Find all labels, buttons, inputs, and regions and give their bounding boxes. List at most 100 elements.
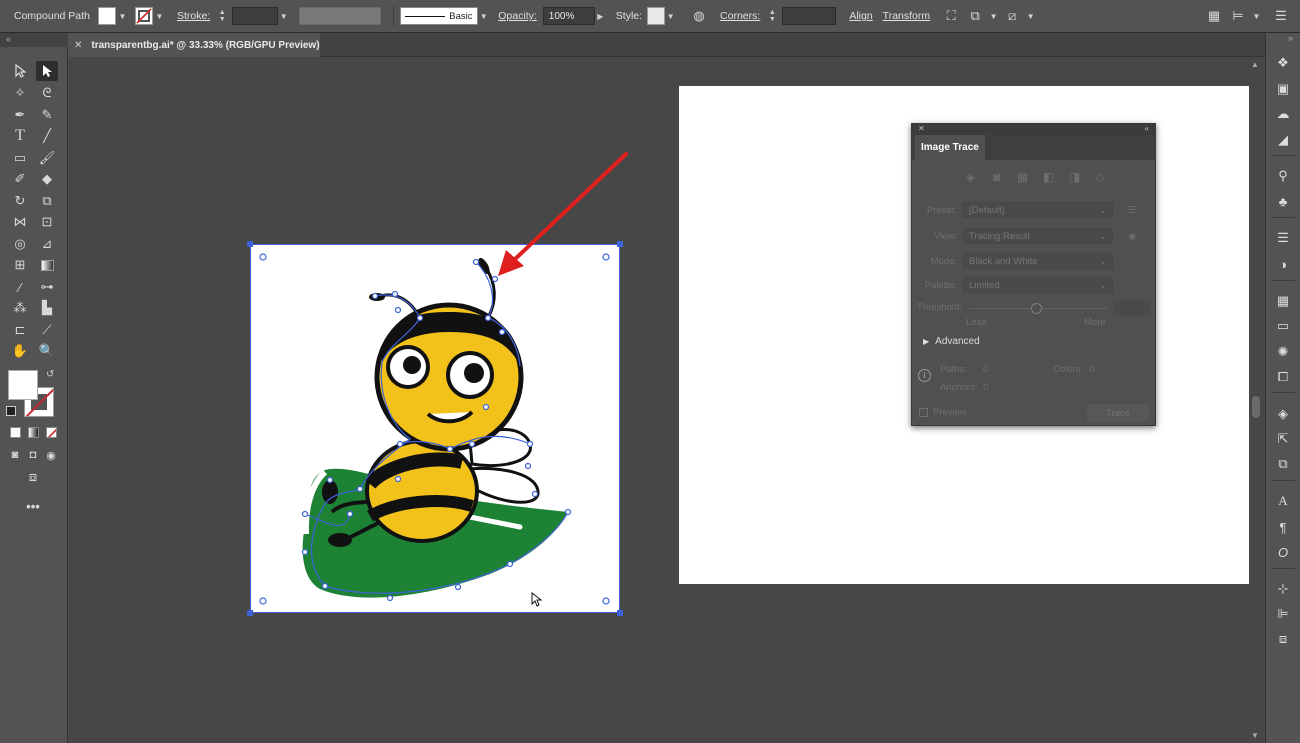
disclosure-triangle-icon[interactable]: ▶ xyxy=(923,337,929,346)
shape-builder-tool-icon[interactable]: ◎ xyxy=(9,234,31,254)
stroke-weight-stepper[interactable]: ▲ ▼ xyxy=(216,7,228,25)
hand-tool-icon[interactable]: ✋ xyxy=(9,341,31,361)
stroke-panel-icon[interactable]: ☰ xyxy=(1272,228,1294,248)
fill-swatch[interactable] xyxy=(98,7,116,25)
color-mode-icon[interactable] xyxy=(10,427,21,438)
rotate-tool-icon[interactable]: ↻ xyxy=(9,191,31,211)
warp-dropdown-icon[interactable]: ▼ xyxy=(1025,7,1036,25)
pen-tool-icon[interactable]: ✒ xyxy=(9,105,31,125)
workspace-switcher-icon[interactable]: ⊨ xyxy=(1227,6,1249,26)
align-link[interactable]: Align xyxy=(849,10,872,22)
mesh-tool-icon[interactable]: ⊞ xyxy=(9,255,31,275)
brush-dropdown-icon[interactable]: ▼ xyxy=(478,7,489,25)
rectangle-tool-icon[interactable]: ▭ xyxy=(9,148,31,168)
close-panel-icon[interactable]: ✕ xyxy=(918,124,925,135)
paintbrush-tool-icon[interactable]: 🖌 xyxy=(36,148,58,168)
blend-tool-icon[interactable]: ⊶ xyxy=(36,277,58,297)
eye-icon[interactable]: ◉ xyxy=(1128,231,1136,242)
align-panel-icon[interactable]: ⊫ xyxy=(1272,604,1294,624)
artboards-icon[interactable]: ⧉ xyxy=(1272,454,1294,474)
transform-link[interactable]: Transform xyxy=(883,10,930,22)
image-trace-icon[interactable]: ⧠ xyxy=(1272,367,1294,387)
bbox-handle[interactable] xyxy=(617,610,623,616)
fill-color-box[interactable] xyxy=(8,370,38,400)
scale-tool-icon[interactable]: ⧉ xyxy=(36,191,58,211)
fill-dropdown-icon[interactable]: ▼ xyxy=(117,7,128,25)
corners-label[interactable]: Corners: xyxy=(720,10,760,22)
stroke-label[interactable]: Stroke: xyxy=(177,10,210,22)
layers-icon[interactable]: ◈ xyxy=(1272,404,1294,424)
properties-icon[interactable]: ▣ xyxy=(1272,79,1294,99)
puppet-warp-icon[interactable]: ⧄ xyxy=(1001,6,1023,26)
appearance-icon[interactable]: ✺ xyxy=(1272,342,1294,362)
stroke-weight-input[interactable] xyxy=(232,7,279,25)
default-fill-stroke-icon[interactable] xyxy=(6,406,16,416)
width-tool-icon[interactable]: ⋈ xyxy=(9,212,31,232)
character-icon[interactable]: A xyxy=(1272,491,1294,511)
collapse-panel-icon[interactable]: « xyxy=(1145,124,1149,135)
graphic-style-dropdown-icon[interactable]: ▼ xyxy=(665,7,676,25)
paragraph-icon[interactable]: ¶ xyxy=(1272,517,1294,537)
opacity-input[interactable]: 100% xyxy=(542,7,595,25)
shaper-tool-icon[interactable]: ✐ xyxy=(9,169,31,189)
graphic-style-swatch[interactable] xyxy=(647,7,666,25)
curvature-tool-icon[interactable]: ✎ xyxy=(36,105,58,125)
eyedropper-tool-icon[interactable]: ⁄ xyxy=(9,277,31,297)
selection-tool-icon[interactable] xyxy=(9,61,31,81)
line-segment-tool-icon[interactable]: ╱ xyxy=(36,126,58,146)
slice-tool-icon[interactable]: ⟋ xyxy=(36,320,58,340)
preset-select[interactable]: [Default] ⌄ xyxy=(963,202,1113,218)
arrange-documents-icon[interactable]: ▦ xyxy=(1203,6,1225,26)
symbol-sprayer-tool-icon[interactable]: ⁂ xyxy=(9,298,31,318)
pathfinder-icon[interactable]: ⧈ xyxy=(1272,629,1294,649)
gradient-tool-icon[interactable] xyxy=(36,255,58,275)
isolate-group-icon[interactable]: ⛶ xyxy=(940,6,962,26)
type-tool-icon[interactable]: T xyxy=(9,126,31,146)
grayscale-preset-icon[interactable]: ◧ xyxy=(1040,170,1057,184)
toolbar-collapse-bar[interactable]: « xyxy=(0,33,68,47)
threshold-slider-knob[interactable] xyxy=(1031,303,1042,314)
brush-definition-field[interactable]: Basic xyxy=(400,7,479,25)
panel-titlebar[interactable]: ✕ « xyxy=(912,124,1155,135)
scrollbar-thumb[interactable] xyxy=(1252,396,1260,418)
bbox-handle[interactable] xyxy=(247,610,253,616)
image-trace-tab[interactable]: Image Trace xyxy=(915,135,985,160)
selection-bounding-box[interactable] xyxy=(250,244,620,613)
opacity-label[interactable]: Opacity: xyxy=(498,10,537,22)
mode-select[interactable]: Black and White ⌄ xyxy=(963,253,1113,269)
eraser-tool-icon[interactable]: ◆ xyxy=(36,169,58,189)
shape-builder-options-icon[interactable]: ⧉ xyxy=(964,6,986,26)
cc-libraries-icon[interactable]: ☁ xyxy=(1272,104,1294,124)
opacity-expand-icon[interactable]: ▶ xyxy=(595,7,606,25)
view-select[interactable]: Tracing Result ⌄ xyxy=(963,228,1113,244)
palette-select[interactable]: Limited ⌄ xyxy=(963,277,1113,293)
change-screen-mode-icon[interactable]: ⧈ xyxy=(22,467,44,487)
collapse-chevrons-icon[interactable]: « xyxy=(6,34,11,44)
swatches-icon[interactable]: ▦ xyxy=(1272,291,1294,311)
gradient-panel-icon[interactable]: ◢ xyxy=(1272,130,1294,150)
scroll-up-icon[interactable]: ▲ xyxy=(1251,60,1259,69)
symbols-icon[interactable]: ♣ xyxy=(1272,191,1294,211)
black-white-preset-icon[interactable]: ◨ xyxy=(1066,170,1083,184)
direct-selection-tool-icon[interactable] xyxy=(36,61,58,81)
gradient-mode-icon[interactable] xyxy=(28,427,39,438)
lasso-tool-icon[interactable]: ᘓ xyxy=(36,83,58,103)
corners-input[interactable] xyxy=(782,7,837,25)
threshold-input[interactable] xyxy=(1113,300,1151,316)
panel-menu-icon[interactable]: ☰ xyxy=(1270,6,1292,26)
column-graph-tool-icon[interactable]: ▙ xyxy=(36,298,58,318)
corners-stepper[interactable]: ▲ ▼ xyxy=(766,7,778,25)
gradient-icon[interactable]: ▭ xyxy=(1272,316,1294,336)
close-tab-icon[interactable]: ✕ xyxy=(74,40,82,51)
shape-options-dropdown-icon[interactable]: ▼ xyxy=(988,7,999,25)
document-tab[interactable]: ✕ transparentbg.ai* @ 33.33% (RGB/GPU Pr… xyxy=(68,33,320,57)
workspace-dropdown-icon[interactable]: ▼ xyxy=(1251,7,1262,25)
auto-color-preset-icon[interactable]: ◈ xyxy=(962,170,979,184)
export-icon[interactable]: ⇱ xyxy=(1272,429,1294,449)
transparency-icon[interactable]: ◑ xyxy=(1272,254,1294,274)
zoom-tool-icon[interactable]: 🔍 xyxy=(36,341,58,361)
scroll-down-icon[interactable]: ▼ xyxy=(1251,731,1259,740)
edit-toolbar-icon[interactable]: ••• xyxy=(22,496,44,516)
bbox-handle[interactable] xyxy=(247,241,253,247)
high-color-preset-icon[interactable]: ◙ xyxy=(988,170,1005,184)
